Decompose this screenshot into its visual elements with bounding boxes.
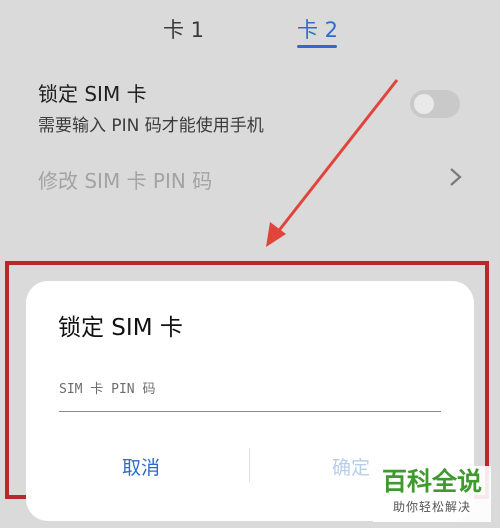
button-divider: [249, 448, 250, 482]
watermark-main-text: 百科全说: [381, 467, 482, 496]
watermark-sub-text: 助你轻松解决: [392, 500, 471, 514]
dialog-title: 锁定 SIM 卡: [58, 315, 183, 341]
watermark-logo: 百科全说 助你轻松解决: [373, 466, 491, 522]
pin-input[interactable]: SIM 卡 PIN 码: [59, 378, 155, 397]
confirm-button[interactable]: 确定: [332, 453, 370, 480]
pin-input-underline: [59, 411, 441, 412]
cancel-button[interactable]: 取消: [122, 453, 160, 480]
